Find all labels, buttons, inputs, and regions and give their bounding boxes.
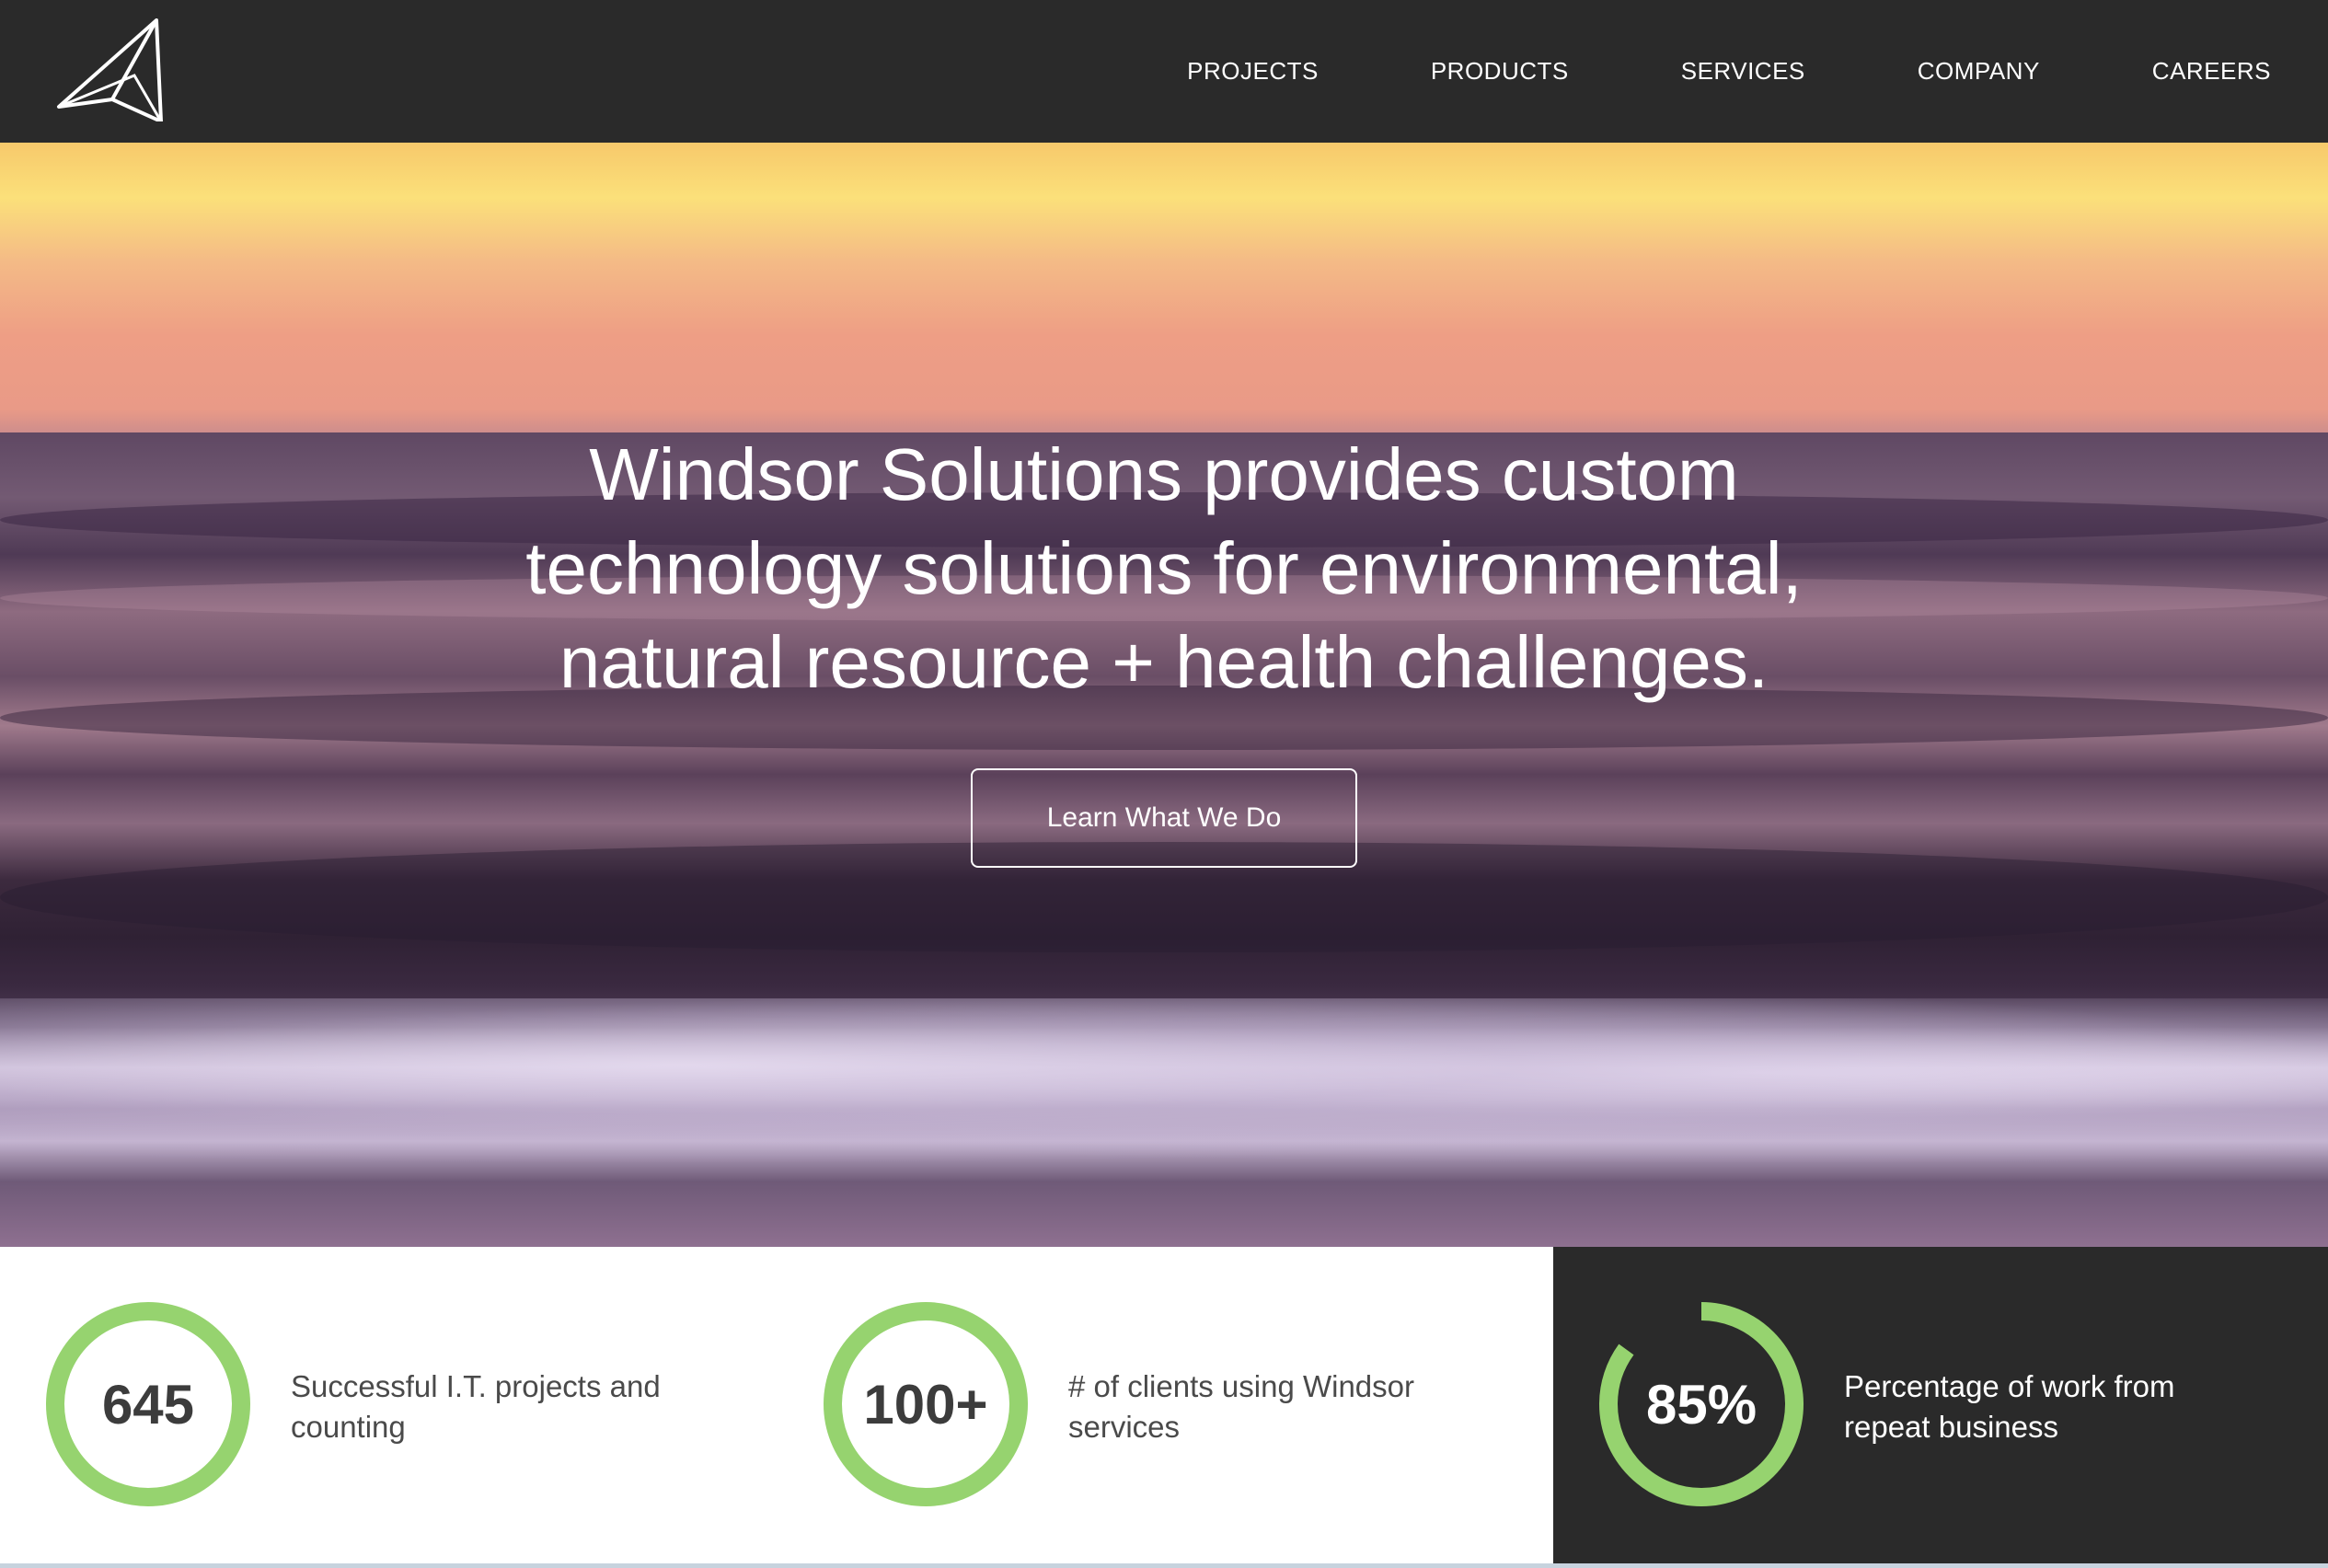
stat-description: Percentage of work from repeat business	[1844, 1369, 2175, 1444]
next-section-edge	[0, 1563, 2328, 1568]
stat-description: # of clients using Windsor services	[1068, 1369, 1415, 1444]
logo-icon[interactable]	[55, 18, 166, 121]
surf-foam	[0, 998, 2328, 1164]
nav-careers[interactable]: CAREERS	[2152, 57, 2271, 86]
site-header: PROJECTS PRODUCTS SERVICES COMPANY CAREE…	[0, 0, 2328, 143]
stat-value: 85%	[1645, 1373, 1758, 1435]
stat-value: 645	[101, 1373, 195, 1435]
nav-products[interactable]: PRODUCTS	[1431, 57, 1569, 86]
nav-services[interactable]: SERVICES	[1681, 57, 1805, 86]
hero-headline-line: technology solutions for environmental,	[525, 527, 1803, 609]
stat-description: Successful I.T. projects and counting	[291, 1369, 661, 1444]
nav-projects[interactable]: PROJECTS	[1187, 57, 1319, 86]
hero-headline-line: Windsor Solutions provides custom	[589, 433, 1739, 515]
stats-section: 645 Successful I.T. projects and countin…	[0, 1247, 2328, 1568]
learn-what-we-do-button[interactable]: Learn What We Do	[971, 768, 1357, 868]
main-nav: PROJECTS PRODUCTS SERVICES COMPANY CAREE…	[1187, 0, 2271, 143]
nav-company[interactable]: COMPANY	[1918, 57, 2040, 86]
stat-value: 100+	[863, 1373, 988, 1435]
hero-section: Windsor Solutions provides custom techno…	[0, 143, 2328, 1247]
hero-headline: Windsor Solutions provides custom techno…	[405, 428, 1923, 709]
hero-headline-line: natural resource + health challenges.	[559, 621, 1769, 703]
